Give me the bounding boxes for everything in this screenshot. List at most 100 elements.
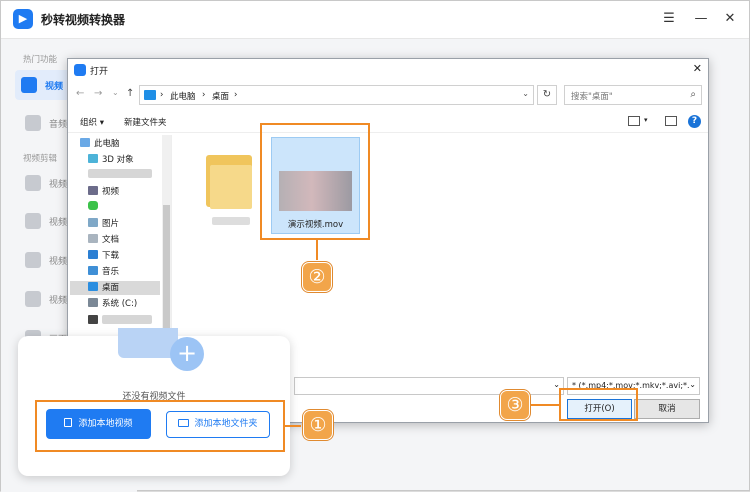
app-titlebar: ▶ 秒转视频转换器 ☰ — ✕ [1,1,749,39]
step2-badge: ② [302,262,332,292]
refresh-button[interactable]: ↻ [537,85,557,105]
tree-item-app[interactable] [88,201,168,215]
highlight-step3 [559,388,638,421]
cancel-button[interactable]: 取消 [634,399,700,419]
menu-button[interactable]: ☰ [658,8,680,30]
command-bar: 组织 ▾ 新建文件夹 ▾ ? [68,111,708,133]
picture-icon [88,218,98,227]
app-title: 秒转视频转换器 [41,13,126,27]
sidebar-section-hot: 热门功能 [23,55,58,65]
tree-item-blurred[interactable] [88,169,168,183]
video-icon [21,77,37,93]
organize-button[interactable]: 组织 ▾ [80,116,104,128]
breadcrumb-sep: › [202,90,206,100]
sidebar-section-edit: 视频剪辑 [23,154,58,164]
chevron-down-icon[interactable]: ⌄ [112,88,119,97]
tree-item-desktop[interactable]: 桌面 [70,281,160,295]
new-folder-button[interactable]: 新建文件夹 [124,116,167,128]
chevron-down-icon[interactable]: ⌄ [522,89,529,98]
computer-icon [80,138,90,147]
sidebar-item-label: 视频 [49,218,68,228]
minimize-button[interactable]: — [690,8,712,30]
breadcrumb-desktop[interactable]: 桌面 [212,90,229,102]
desktop-icon [88,282,98,291]
forward-arrow-icon[interactable]: → [94,88,102,99]
sidebar-item-label: 音频 [49,120,68,130]
drive-icon [88,315,98,324]
step3-badge: ③ [500,390,530,420]
folder-illustration-icon [118,328,178,358]
blurred-label [102,315,152,324]
chevron-down-icon[interactable]: ▾ [644,116,648,124]
back-arrow-icon[interactable]: ← [76,88,84,99]
cube-icon [88,154,98,163]
up-arrow-icon[interactable]: ↑ [126,88,134,99]
tree-item-system-c[interactable]: 系统 (C:) [88,297,168,311]
app-logo-icon: ▶ [13,9,33,29]
video-icon [88,186,98,195]
highlight-step1 [35,400,285,452]
folder-item[interactable] [198,145,258,225]
step1-badge: ① [303,410,333,440]
sidebar-item-label: 视频 [49,257,68,267]
download-icon [88,250,98,259]
app-logo-icon [74,64,86,76]
video-icon [25,175,41,191]
dialog-titlebar: 打开 ✕ [68,59,708,81]
close-button[interactable]: ✕ [719,8,741,30]
tree-item-blurred-drive[interactable] [88,315,168,329]
tree-item-label: 此电脑 [94,139,120,149]
tree-scrollbar[interactable] [162,135,171,345]
connector-step1 [285,425,301,427]
video-icon [25,252,41,268]
video-icon [25,291,41,307]
search-input[interactable]: 搜索"桌面" ⌕ [564,85,702,105]
blurred-label [88,169,152,178]
view-options-icon[interactable] [628,116,640,126]
breadcrumb-sep: › [234,90,238,100]
search-icon: ⌕ [690,89,696,100]
tree-item-downloads[interactable]: 下载 [88,249,168,263]
tree-item-label: 文档 [102,235,120,245]
sidebar-item-label: 视频 [49,296,68,306]
app-icon [88,201,98,210]
breadcrumb-sep: › [160,90,164,100]
music-icon [88,266,98,275]
drive-icon [88,298,98,307]
sidebar-item-label: 视频 [49,180,68,190]
document-icon [88,234,98,243]
tree-item-label: 桌面 [102,283,120,293]
scroll-thumb[interactable] [163,205,170,345]
preview-pane-icon[interactable] [665,116,677,126]
dialog-close-button[interactable]: ✕ [693,62,702,75]
chevron-down-icon: ⌄ [689,380,696,389]
tree-item-this-pc[interactable]: 此电脑 [80,137,160,151]
navigation-tree: 此电脑 3D 对象 视频 图片 文档 下载 音乐 桌面 系统 (C:) [68,135,172,345]
tree-item-pictures[interactable]: 图片 [88,217,168,231]
search-placeholder: 搜索"桌面" [571,92,613,102]
connector-step2 [316,240,318,260]
connector-step3 [530,404,559,406]
dialog-navbar: ← → ⌄ ↑ › 此电脑 › 桌面 › ⌄ ↻ 搜索"桌面" ⌕ [68,83,708,109]
audio-icon [25,115,41,131]
tree-item-documents[interactable]: 文档 [88,233,168,247]
tree-item-music[interactable]: 音乐 [88,265,168,279]
sidebar-item-label: 视频 [45,82,64,92]
tree-item-3d-objects[interactable]: 3D 对象 [88,153,168,167]
video-icon [25,213,41,229]
tree-item-label: 音乐 [102,267,120,277]
tree-item-label: 视频 [102,187,120,197]
computer-icon [144,90,156,100]
tree-item-videos[interactable]: 视频 [88,185,168,199]
help-icon[interactable]: ? [688,115,701,128]
highlight-step2 [260,123,370,240]
tree-item-label: 图片 [102,219,120,229]
file-list: 演示视频.mov [174,135,708,345]
tree-item-label: 3D 对象 [102,155,134,165]
folder-icon-front [210,165,252,209]
breadcrumb-this-pc[interactable]: 此电脑 [170,90,196,102]
dialog-title: 打开 [90,67,109,77]
tree-item-label: 下载 [102,251,120,261]
plus-icon: + [170,337,204,371]
address-bar[interactable]: › 此电脑 › 桌面 › ⌄ [139,85,534,105]
